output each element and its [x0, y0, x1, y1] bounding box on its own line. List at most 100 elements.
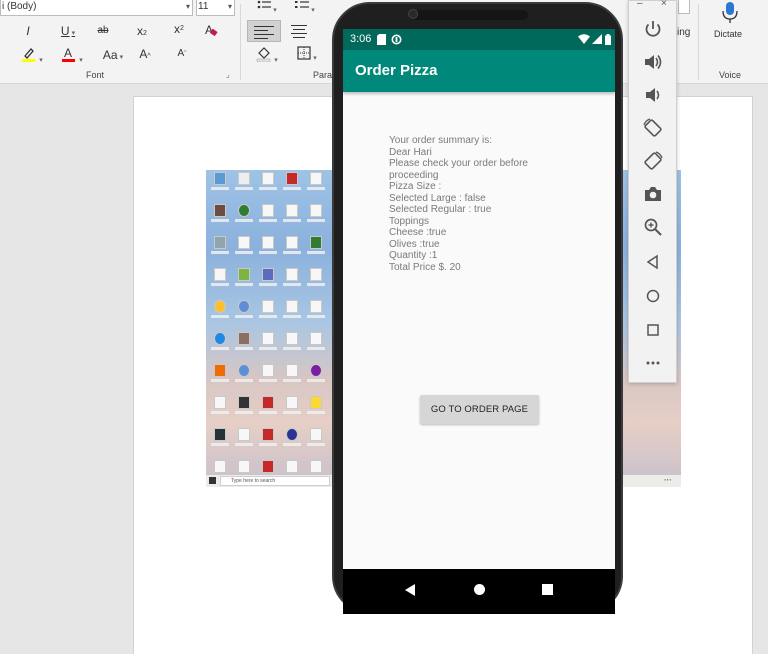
- font-color-icon: A: [62, 46, 76, 62]
- font-size-box[interactable]: 11 ▾: [196, 0, 235, 16]
- power-button[interactable]: [642, 18, 664, 40]
- shrink-font-button[interactable]: Aˇ: [173, 46, 191, 63]
- bullets-button[interactable]: ▾: [254, 0, 280, 19]
- volume-down-button[interactable]: [642, 84, 664, 106]
- desktop-icon: [210, 300, 230, 324]
- strikethrough-button[interactable]: ab: [94, 23, 112, 39]
- volume-up-icon: [645, 55, 662, 69]
- camera-icon: [645, 187, 661, 201]
- sd-card-icon: [377, 34, 386, 45]
- desktop-icon: [282, 204, 302, 228]
- desktop-icon: [282, 428, 302, 452]
- desktop-icon: [210, 396, 230, 420]
- desktop-icon: [258, 268, 278, 292]
- superscript-button[interactable]: x2: [170, 21, 188, 37]
- desktop-icon: [282, 236, 302, 260]
- summary-line: Cheese :true: [389, 227, 447, 238]
- desktop-icon: [234, 332, 254, 356]
- chevron-down-icon: ▾: [71, 30, 76, 37]
- desktop-icon: [258, 236, 278, 260]
- android-nav-bar: [343, 569, 615, 614]
- home-button[interactable]: [642, 285, 664, 307]
- shading-button[interactable]: ▾: [252, 46, 282, 69]
- back-icon: [646, 254, 658, 270]
- align-left-button[interactable]: [247, 20, 281, 42]
- zoom-icon: [644, 218, 662, 236]
- desktop-icon: [234, 396, 254, 420]
- volume-up-button[interactable]: [642, 51, 664, 73]
- desktop-icon: [258, 332, 278, 356]
- desktop-icon: [234, 172, 254, 196]
- windows-start-icon: [209, 477, 216, 484]
- nav-home-icon[interactable]: [474, 584, 485, 595]
- italic-button[interactable]: I: [21, 23, 35, 39]
- wifi-icon: [578, 34, 590, 44]
- summary-line: Toppings: [389, 215, 430, 227]
- desktop-icon: [306, 332, 326, 356]
- minimize-icon[interactable]: –: [637, 0, 643, 9]
- numbered-list-icon: [295, 1, 310, 8]
- zoom-button[interactable]: [642, 216, 664, 238]
- go-to-order-page-button[interactable]: GO TO ORDER PAGE: [420, 395, 539, 424]
- summary-line: Dear Hari: [389, 146, 432, 158]
- phone-screen[interactable]: 3:06 Order Pizza Your order summary is: …: [343, 29, 615, 614]
- font-name-box[interactable]: i (Body) ▾: [0, 0, 193, 16]
- status-bar: 3:06: [343, 29, 615, 50]
- font-dialog-launcher-icon[interactable]: ⌟: [226, 70, 230, 79]
- paragraph-group-label: Para: [313, 70, 333, 80]
- summary-line: Selected Large : false: [389, 192, 486, 204]
- desktop-icon: [258, 172, 278, 196]
- subscript-button[interactable]: x2: [133, 23, 151, 42]
- underline-button[interactable]: U ▾: [55, 23, 81, 42]
- svg-text:A: A: [64, 46, 72, 60]
- borders-button[interactable]: ▾: [292, 46, 322, 67]
- power-icon: [645, 21, 661, 37]
- summary-line: Your order summary is:: [389, 135, 492, 146]
- change-case-label: Aa: [102, 48, 118, 62]
- chevron-down-icon: ▾: [227, 2, 232, 11]
- rotate-right-button[interactable]: [642, 150, 664, 172]
- volume-down-icon: [646, 88, 660, 102]
- desktop-icon: [234, 236, 254, 260]
- summary-line: Pizza Size :: [389, 181, 442, 192]
- change-case-button[interactable]: Aa ▾: [100, 47, 126, 66]
- chevron-down-icon: ▾: [79, 57, 83, 64]
- desktop-icon: [306, 268, 326, 292]
- screenshot-button[interactable]: [642, 183, 664, 205]
- close-icon[interactable]: ×: [661, 0, 667, 9]
- desktop-icon: [306, 236, 326, 260]
- font-group-label: Font: [86, 70, 105, 80]
- dictate-label: Dictate: [714, 29, 743, 39]
- font-color-button[interactable]: A ▾: [58, 46, 86, 69]
- font-name-value: i (Body): [2, 1, 37, 12]
- desktop-icon: [210, 364, 230, 388]
- nav-recents-icon[interactable]: [542, 584, 553, 595]
- desktop-icon: [282, 172, 302, 196]
- desktop-icon: [306, 396, 326, 420]
- microphone-icon[interactable]: [721, 2, 739, 24]
- desktop-icon: [210, 204, 230, 228]
- rotate-left-button[interactable]: [642, 117, 664, 139]
- data-saver-icon: [391, 34, 402, 45]
- highlight-button[interactable]: ▾: [18, 46, 46, 69]
- emulator-toolbar: – ×: [628, 0, 677, 383]
- grow-font-button[interactable]: A^: [136, 46, 154, 65]
- back-button[interactable]: [642, 251, 664, 273]
- styles-gallery-partial[interactable]: [678, 0, 690, 14]
- superscript-mark: 2: [180, 25, 184, 32]
- more-button[interactable]: [642, 352, 664, 374]
- numbering-button[interactable]: ▾: [292, 0, 318, 19]
- desktop-icon: [282, 268, 302, 292]
- overview-button[interactable]: [642, 319, 664, 341]
- home-icon: [646, 289, 660, 303]
- nav-back-icon[interactable]: [405, 584, 415, 596]
- desktop-icon: [258, 300, 278, 324]
- voice-group-label: Voice: [719, 70, 742, 80]
- align-center-button[interactable]: [287, 20, 315, 42]
- desktop-icon: [234, 268, 254, 292]
- chevron-down-icon: ▾: [313, 55, 317, 62]
- status-time: 3:06: [350, 33, 372, 45]
- clear-formatting-button[interactable]: A: [202, 22, 220, 42]
- signal-icon: [592, 34, 602, 44]
- chevron-down-icon: ▾: [273, 7, 277, 14]
